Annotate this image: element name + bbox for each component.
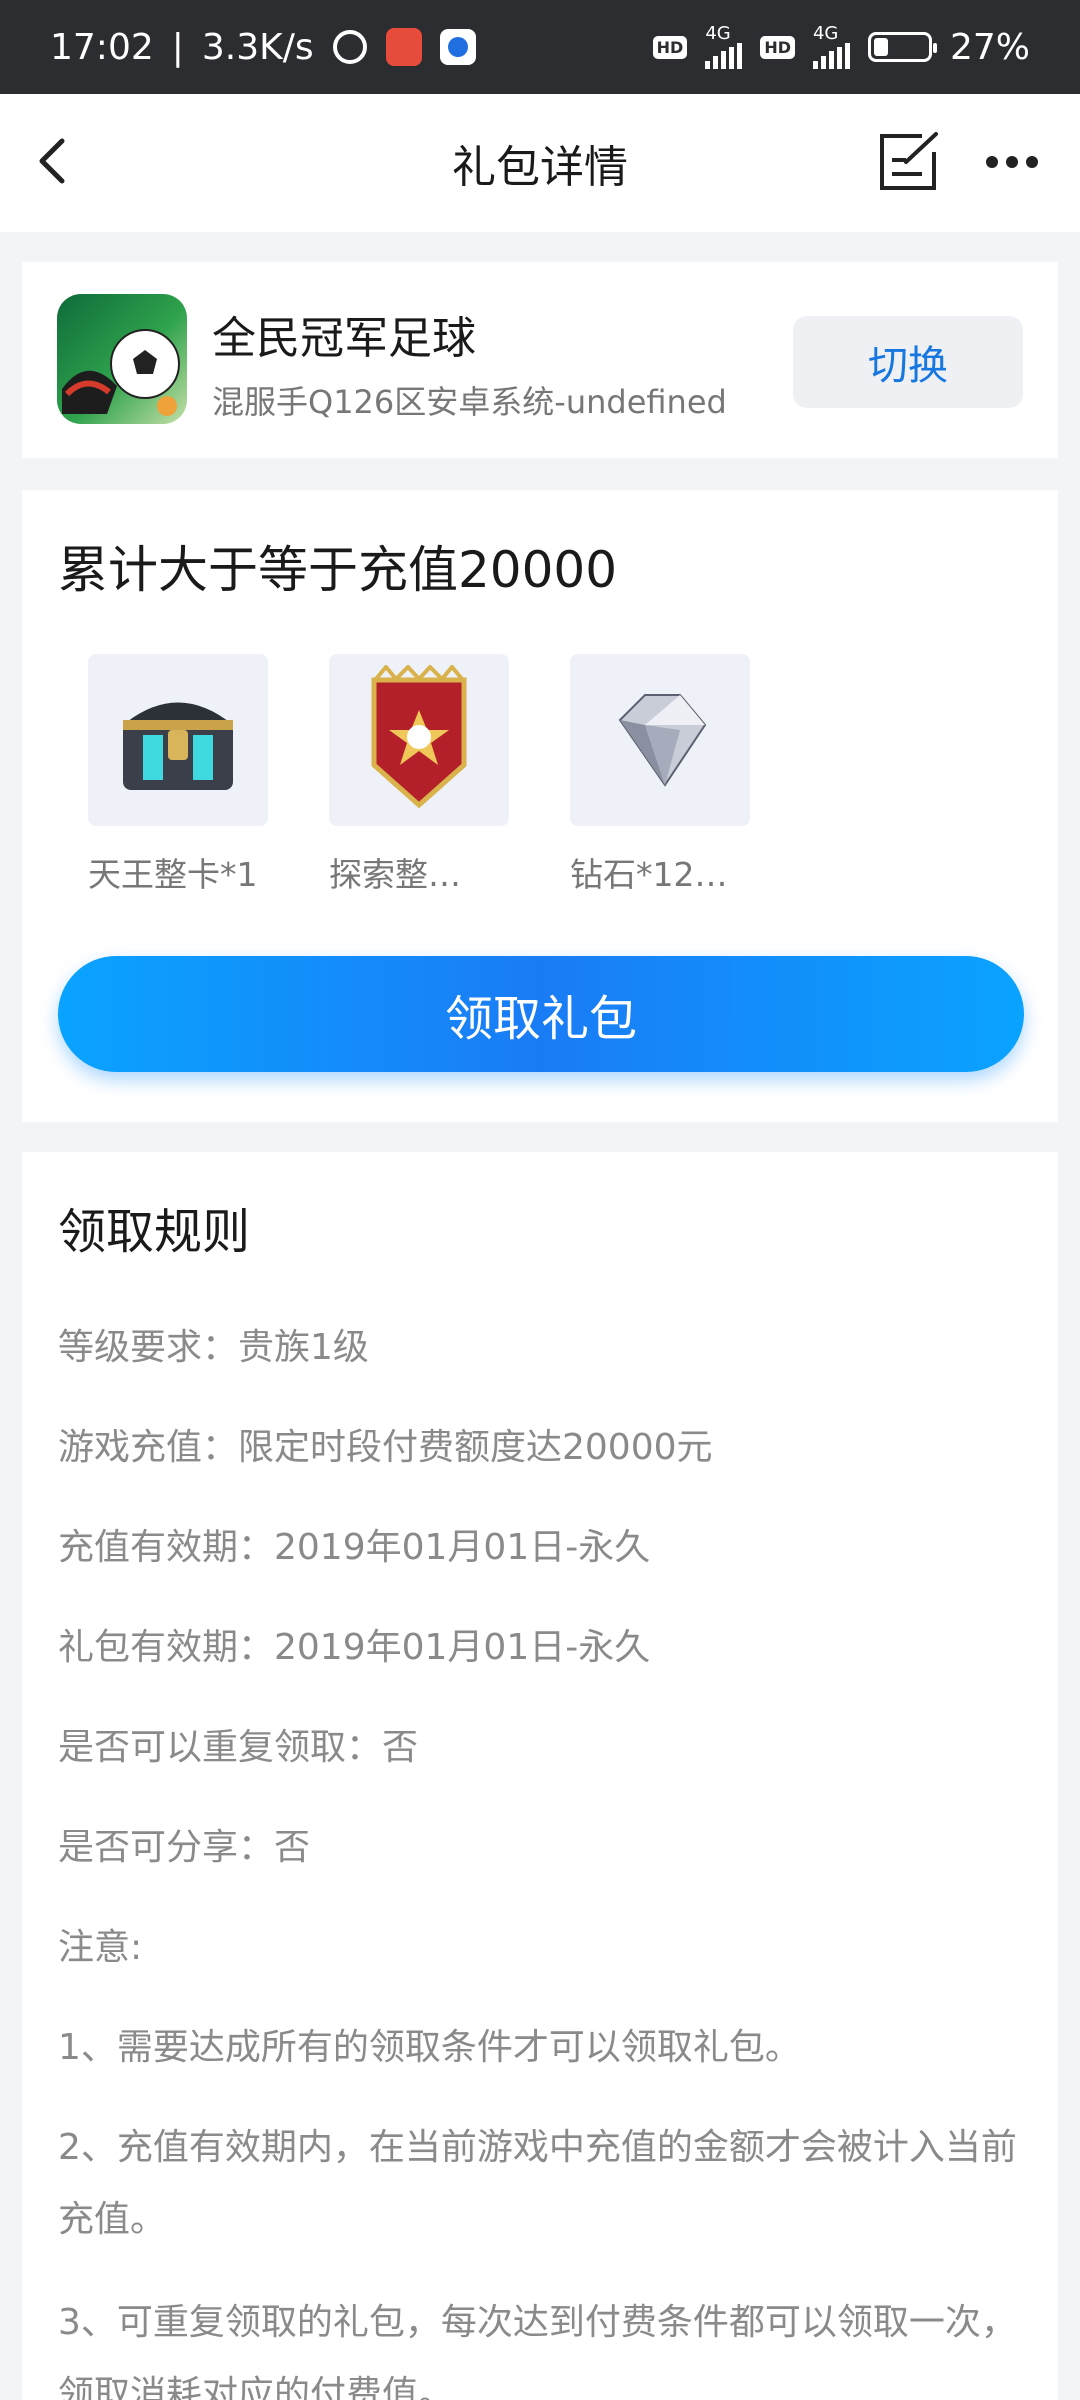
game-app-icon [57,294,187,424]
rule-line: 1、需要达成所有的领取条件才可以领取礼包。 [58,2027,801,2068]
battery-percent: 27% [949,26,1030,68]
status-right: HD 4G HD 4G 27% [652,23,1030,69]
alarm-icon [332,29,368,65]
game-server: 混服手Q126区安卓系统-undefined [212,383,727,421]
rule-line: 游戏充值：限定时段付费额度达20000元 [58,1427,713,1468]
battery-icon [867,32,937,62]
hd-badge-1: HD [652,35,688,59]
reward-label: 天王整卡*1 [88,855,258,894]
rules-title: 领取规则 [58,1204,251,1260]
nav-bar: 礼包详情 [0,94,1080,232]
status-divider: | [171,26,184,68]
signal-icon: 4G [705,23,743,69]
rules-card: 领取规则 等级要求：贵族1级 游戏充值：限定时段付费额度达20000元 充值有效… [22,1152,1058,2400]
battery-fill [873,38,888,56]
status-time: 17:02 [50,26,154,68]
rule-line: 3、可重复领取的礼包，每次达到付费条件都可以领取一次，领取消耗对应的付费值。 [58,2302,1017,2400]
game-name: 全民冠军足球 [212,313,476,364]
note-edit-icon [880,132,938,190]
more-icon-dot [1006,156,1018,168]
status-left: 17:02 | 3.3K/s [50,27,476,68]
back-button[interactable] [22,126,82,196]
reward-item[interactable]: 天王整卡*1 [88,654,268,896]
app-blue-icon [439,29,476,65]
hd-badge-2: HD [760,35,795,59]
switch-button[interactable]: 切换 [793,316,1023,408]
status-bar: 17:02 | 3.3K/s HD 4G HD 4G 27% [0,0,1080,94]
game-card: 全民冠军足球 混服手Q126区安卓系统-undefined 切换 [22,262,1058,458]
claim-gift-button[interactable]: 领取礼包 [58,956,1024,1072]
rule-line: 礼包有效期：2019年01月01日-永久 [58,1627,651,1668]
reward-label: 钻石*12… [570,855,728,894]
gift-card: 累计大于等于充值20000 天王整卡*1 探索整… 钻石*12… 领取礼包 [22,490,1058,1122]
rule-line: 2、充值有效期内，在当前游戏中充值的金额才会被计入当前充值。 [58,2127,1017,2240]
rule-line: 是否可分享：否 [58,1827,311,1868]
network-type-2: 4G [812,23,839,44]
gift-title: 累计大于等于充值20000 [58,541,618,599]
back-icon [39,138,65,184]
rule-line: 是否可以重复领取：否 [58,1727,419,1768]
network-type-1: 4G [705,23,731,44]
diamond-icon [618,694,707,787]
treasure-chest-icon [123,702,233,790]
reward-label: 探索整… [329,855,461,894]
more-button[interactable] [980,130,1044,194]
reward-item[interactable]: 探索整… [329,654,509,896]
rule-line: 注意: [58,1927,143,1968]
status-net-speed: 3.3K/s [201,26,314,68]
rule-line: 充值有效期：2019年01月01日-永久 [58,1527,651,1568]
rule-line: 等级要求：贵族1级 [58,1327,369,1368]
more-icon-dot [986,156,998,168]
page-title: 礼包详情 [452,142,628,193]
note-edit-button[interactable] [876,130,940,194]
reward-item[interactable]: 钻石*12… [570,654,750,896]
app-red-icon [385,28,422,66]
signal-icon-2: 4G [812,23,850,69]
badge-shield-icon [371,665,467,809]
more-icon-dot [1026,156,1038,168]
